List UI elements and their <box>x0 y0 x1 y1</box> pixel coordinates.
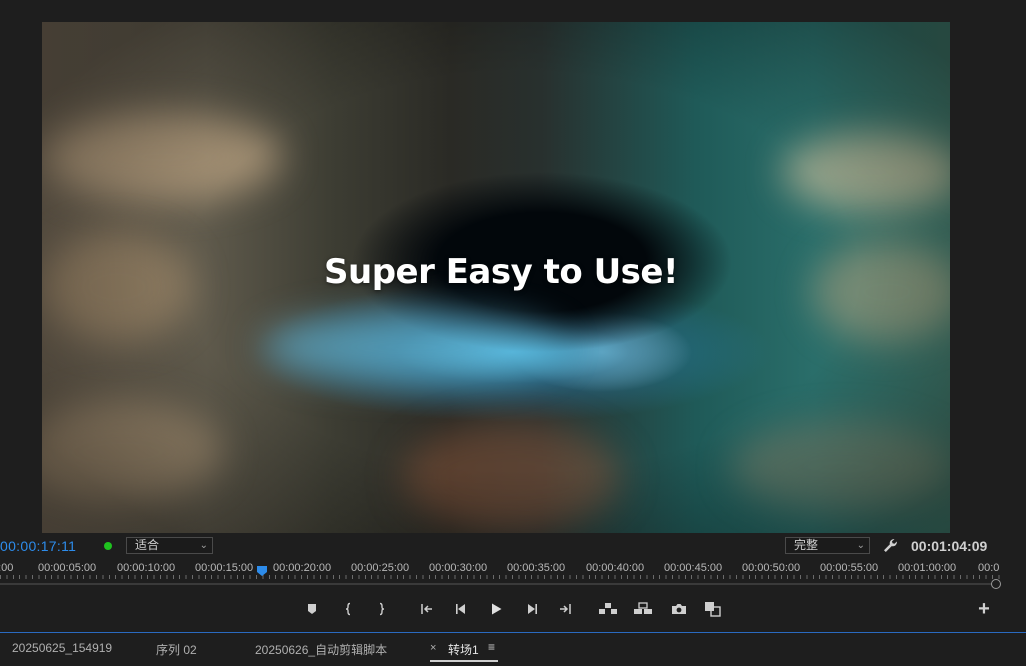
ruler-label: 00:00:45:00 <box>664 562 723 574</box>
comparison-icon <box>705 602 721 617</box>
ruler-label: 00:00:10:00 <box>117 562 176 574</box>
ruler-label: 00:00:20:00 <box>273 562 332 574</box>
mark-in-icon <box>345 602 351 616</box>
step-forward-icon <box>528 604 537 614</box>
marker-icon <box>308 604 316 614</box>
lift-icon <box>599 603 617 614</box>
zoom-end-handle[interactable] <box>991 579 1001 589</box>
mark-out-icon <box>379 602 385 616</box>
status-dot <box>104 542 112 550</box>
tab-sequence-20250626[interactable]: 20250626_自动剪辑脚本 <box>255 641 387 658</box>
time-ruler[interactable]: 0:00 00:00:05:00 00:00:10:00 00:00:15:00 00:… <box>0 558 1026 592</box>
step-back-button[interactable] <box>450 598 472 620</box>
wrench-icon[interactable] <box>881 537 899 555</box>
add-marker-button[interactable] <box>301 598 323 620</box>
go-to-out-button[interactable] <box>554 598 576 620</box>
add-button[interactable]: + <box>973 598 995 620</box>
step-back-icon <box>456 604 465 614</box>
ruler-label: 00:00:55:00 <box>820 562 879 574</box>
step-forward-button[interactable] <box>521 598 543 620</box>
active-tab-indicator <box>430 660 498 662</box>
mark-in-button[interactable] <box>338 598 360 620</box>
monitor-controls-bar: 00:00:17:11 适合 ⌄ 完整 ⌄ 00:01:04:09 <box>0 534 1026 556</box>
zoom-scroll-track[interactable] <box>0 583 996 585</box>
extract-button[interactable] <box>632 598 654 620</box>
playback-quality-select[interactable]: 完整 ⌄ <box>785 537 870 554</box>
ruler-label: 00:00:40:00 <box>586 562 645 574</box>
mark-out-button[interactable] <box>370 598 392 620</box>
go-to-in-icon <box>421 604 432 614</box>
comparison-view-button[interactable] <box>702 598 724 620</box>
zoom-fit-select[interactable]: 适合 ⌄ <box>126 537 213 554</box>
tab-sequence-02[interactable]: 序列 02 <box>156 641 197 658</box>
export-frame-button[interactable] <box>668 598 690 620</box>
tab-transition-1[interactable]: 转场1 <box>448 641 479 658</box>
extract-icon <box>634 602 652 614</box>
ruler-label: 00:00:05:00 <box>38 562 97 574</box>
play-icon <box>492 603 502 615</box>
ruler-label: 00:00:35:00 <box>507 562 566 574</box>
current-timecode[interactable]: 00:00:17:11 <box>0 538 76 554</box>
ruler-label: 00:00:50:00 <box>742 562 801 574</box>
total-duration-timecode: 00:01:04:09 <box>911 538 988 554</box>
ruler-label: 00:0 <box>978 562 1000 574</box>
play-button[interactable] <box>485 598 507 620</box>
go-to-out-icon <box>560 604 571 614</box>
transport-controls: + <box>0 598 1026 622</box>
close-icon[interactable]: × <box>430 642 436 654</box>
lift-button[interactable] <box>597 598 619 620</box>
ruler-label: 00:01:00:00 <box>898 562 957 574</box>
ruler-label: 00:00:25:00 <box>351 562 410 574</box>
tab-sequence-20250625[interactable]: 20250625_154919 <box>12 641 112 655</box>
program-monitor-preview: Super Easy to Use! <box>42 22 950 533</box>
video-caption-text: Super Easy to Use! <box>324 252 678 292</box>
sequence-tabs: 20250625_154919 序列 02 20250626_自动剪辑脚本 × … <box>0 632 1026 666</box>
go-to-in-button[interactable] <box>416 598 438 620</box>
ruler-label: 0:00 <box>0 562 14 574</box>
ruler-ticks <box>0 575 1000 579</box>
playback-quality-value: 完整 <box>794 538 819 552</box>
ruler-label: 00:00:30:00 <box>429 562 488 574</box>
ruler-labels: 0:00 00:00:05:00 00:00:10:00 00:00:15:00 00:… <box>0 562 1026 576</box>
chevron-down-icon: ⌄ <box>199 540 208 551</box>
zoom-fit-value: 适合 <box>135 538 160 552</box>
chevron-down-icon: ⌄ <box>856 540 865 551</box>
ruler-label: 00:00:15:00 <box>195 562 254 574</box>
camera-icon <box>672 604 686 614</box>
tab-menu-icon[interactable]: ≡ <box>488 640 495 654</box>
